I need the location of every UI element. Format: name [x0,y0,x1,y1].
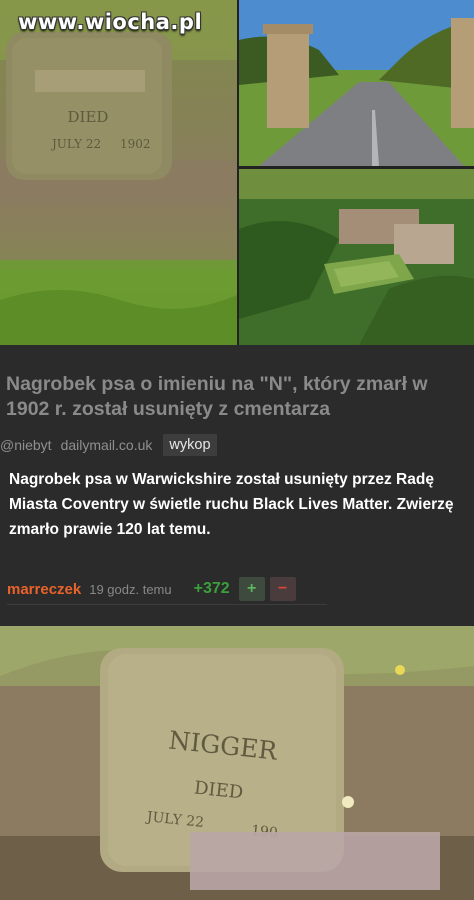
upvote-button[interactable]: + [238,577,265,601]
article-footer: marreczek 19 godz. temu +372 + − [7,575,296,603]
gravestone-photo-large: NIGGER DIED JULY 22 190 [0,626,474,900]
author-name[interactable]: @niebyt [0,437,52,453]
gravestone-photo-small: DIED JULY 22 1902 [0,0,237,345]
aerial-estate-photo [239,169,474,345]
vote-score: +372 [193,580,230,597]
article-meta: @niebyt dailymail.co.uk wykop [0,432,217,458]
article-description: Nagrobek psa w Warwickshire został usuni… [9,471,454,538]
poster-username[interactable]: marreczek [7,581,81,598]
footer-divider [7,604,327,605]
gravestone-small-year: 1902 [120,137,151,151]
downvote-button[interactable]: − [269,577,296,601]
gravestone-small-date: JULY 22 [50,137,101,151]
post-time: 19 godz. temu [89,581,172,597]
site-watermark: www.wiocha.pl [18,10,203,34]
estate-gate-photo [239,0,474,166]
article-headline[interactable]: Nagrobek psa o imieniu na "N", który zma… [6,372,466,422]
source-domain[interactable]: dailymail.co.uk [61,437,153,453]
gravestone-small-died: DIED [68,108,109,126]
wykop-tag[interactable]: wykop [163,434,217,456]
